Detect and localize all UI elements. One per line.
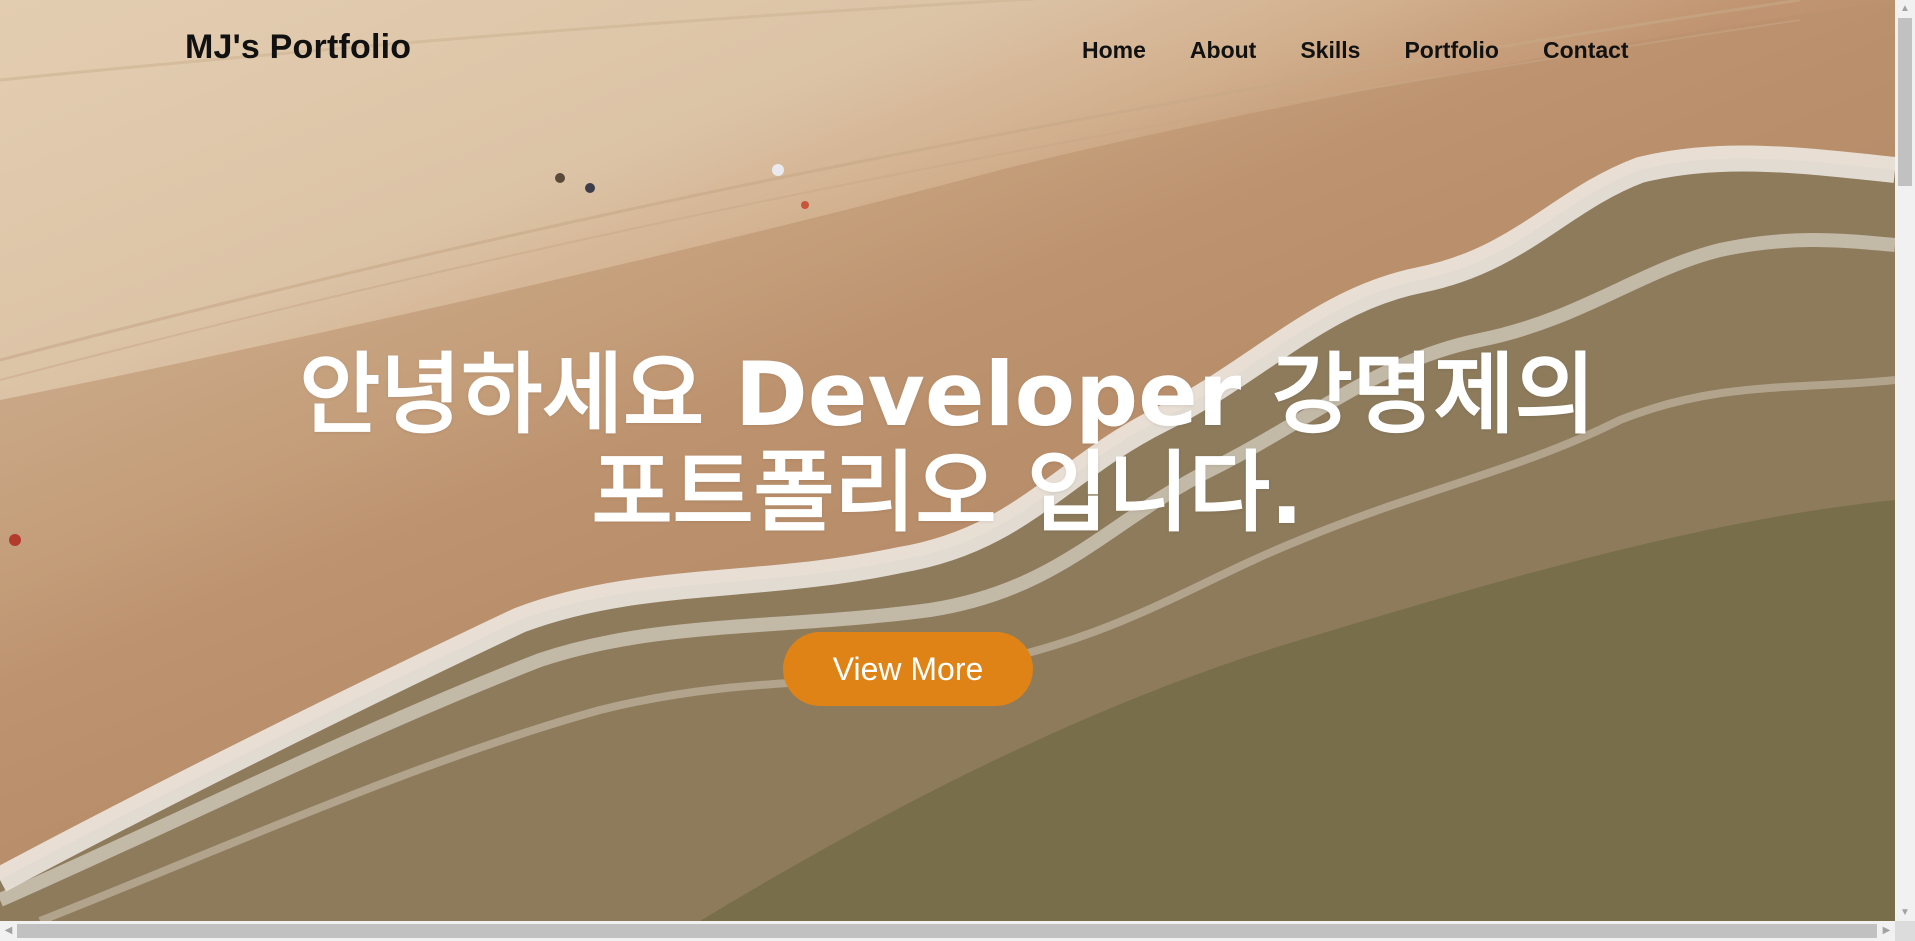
- nav-contact[interactable]: Contact: [1543, 36, 1629, 64]
- horizontal-scrollbar[interactable]: ◀ ▶: [0, 921, 1895, 941]
- hero-headline-line2: 포트폴리오 입니다.: [591, 441, 1304, 544]
- nav-about[interactable]: About: [1190, 36, 1256, 64]
- view-more-button[interactable]: View More: [783, 632, 1033, 706]
- scroll-left-icon[interactable]: ◀: [0, 921, 17, 941]
- hero-headline: 안녕하세요 Developer 강명제의 포트폴리오 입니다.: [0, 346, 1895, 542]
- logo-link[interactable]: MJ's Portfolio: [185, 28, 411, 67]
- nav-skills[interactable]: Skills: [1300, 36, 1360, 64]
- scroll-up-icon[interactable]: ▲: [1895, 0, 1915, 17]
- nav-home[interactable]: Home: [1082, 36, 1146, 64]
- vertical-scroll-thumb[interactable]: [1898, 18, 1912, 186]
- main-nav: Home About Skills Portfolio Contact: [1082, 36, 1629, 64]
- hero-headline-line1: 안녕하세요 Developer 강명제의: [299, 343, 1596, 446]
- scrollbar-corner: [1895, 921, 1915, 941]
- horizontal-scroll-thumb[interactable]: [17, 924, 1877, 938]
- scroll-right-icon[interactable]: ▶: [1878, 921, 1895, 941]
- site-header: MJ's Portfolio Home About Skills Portfol…: [0, 0, 1895, 100]
- vertical-scrollbar[interactable]: ▲ ▼: [1895, 0, 1915, 921]
- scroll-down-icon[interactable]: ▼: [1895, 904, 1915, 921]
- nav-portfolio[interactable]: Portfolio: [1404, 36, 1499, 64]
